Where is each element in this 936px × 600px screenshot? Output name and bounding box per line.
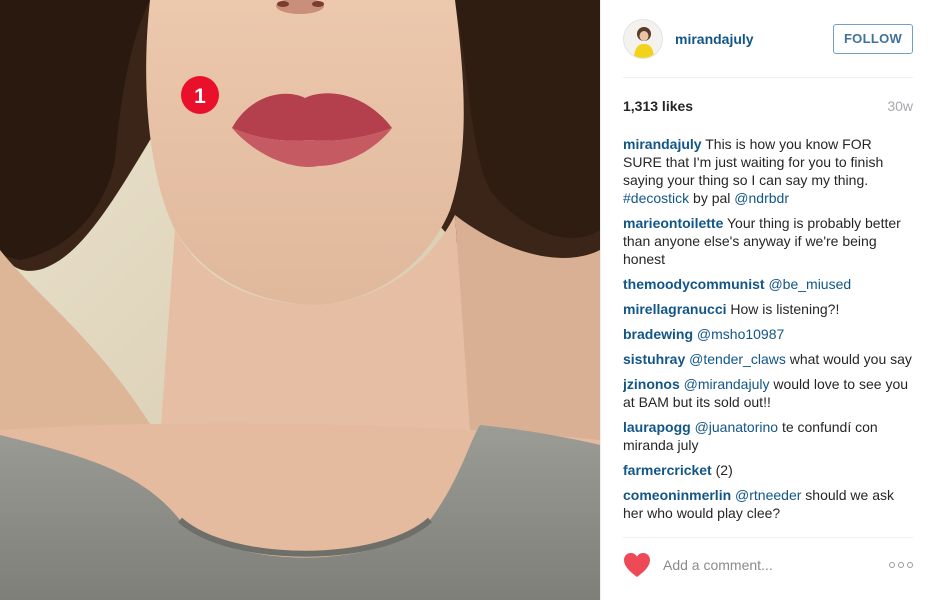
comment-username[interactable]: sistuhray <box>623 351 685 367</box>
post-footer <box>623 537 913 592</box>
more-options-icon[interactable] <box>889 562 913 568</box>
mention-link[interactable]: @tender_claws <box>689 351 786 367</box>
comment: jzinonos @mirandajuly would love to see … <box>623 375 913 411</box>
mention-link[interactable]: @juanatorino <box>695 419 779 435</box>
username-link[interactable]: mirandajuly <box>675 31 754 47</box>
comment-username[interactable]: comeoninmerlin <box>623 487 731 503</box>
mention-link[interactable]: @ndrbdr <box>734 190 789 206</box>
sticker-number: 1 <box>194 85 206 108</box>
comment-username[interactable]: mirellagranucci <box>623 301 727 317</box>
post-header: mirandajuly FOLLOW <box>623 0 913 78</box>
add-comment-input[interactable] <box>663 557 863 573</box>
mention-link[interactable]: @rtneeder <box>735 487 801 503</box>
comment-username[interactable]: farmercricket <box>623 462 712 478</box>
comment-text: (2) <box>711 462 733 478</box>
comment-username[interactable]: bradewing <box>623 326 693 342</box>
comment-username[interactable]: mirandajuly <box>623 136 702 152</box>
hashtag-link[interactable]: #decostick <box>623 190 689 206</box>
dot <box>898 562 904 568</box>
comment-username[interactable]: jzinonos <box>623 376 680 392</box>
caption-text: by pal <box>689 190 735 206</box>
comments-list[interactable]: mirandajuly This is how you know FOR SUR… <box>623 135 913 533</box>
comment: farmercricket (2) <box>623 461 913 479</box>
comment-username[interactable]: marieontoilette <box>623 215 723 231</box>
post-stats: 1,313 likes 30w <box>623 94 913 118</box>
follow-button[interactable]: FOLLOW <box>833 23 913 54</box>
post-photo[interactable]: 1 <box>0 0 600 600</box>
dot <box>889 562 895 568</box>
dot <box>907 562 913 568</box>
comment: mirellagranucci How is listening?! <box>623 300 913 318</box>
comment: comeoninmerlin @rtneeder should we ask h… <box>623 486 913 522</box>
mention-link[interactable]: @mirandajuly <box>684 376 770 392</box>
comment: laurapogg @juanatorino te confundí con m… <box>623 418 913 454</box>
comment: sistuhray @tender_claws what would you s… <box>623 350 913 368</box>
post-side-panel: mirandajuly FOLLOW 1,313 likes 30w miran… <box>600 0 936 600</box>
comment-text: what would you say <box>785 351 912 367</box>
comment-text: How is listening?! <box>726 301 840 317</box>
post-image: 1 <box>0 0 600 600</box>
comment-username[interactable]: themoodycommunist <box>623 276 765 292</box>
post-age[interactable]: 30w <box>887 98 913 114</box>
likes-count[interactable]: 1,313 likes <box>623 98 693 114</box>
comment-username[interactable]: laurapogg <box>623 419 691 435</box>
caption: mirandajuly This is how you know FOR SUR… <box>623 135 913 207</box>
avatar[interactable] <box>623 18 663 59</box>
avatar-image <box>624 19 662 58</box>
comment: marieontoilette Your thing is probably b… <box>623 214 913 268</box>
mention-link[interactable]: @be_miused <box>768 276 851 292</box>
comment: themoodycommunist @be_miused <box>623 275 913 293</box>
comment: bradewing @msho10987 <box>623 325 913 343</box>
heart-icon[interactable] <box>623 552 651 578</box>
mention-link[interactable]: @msho10987 <box>697 326 784 342</box>
